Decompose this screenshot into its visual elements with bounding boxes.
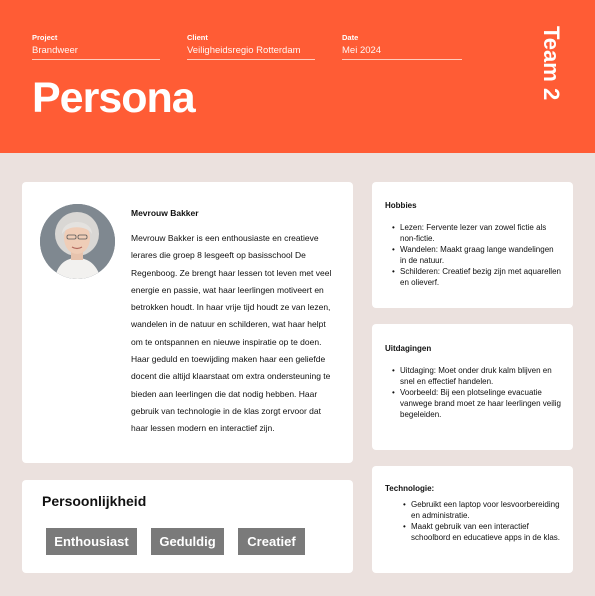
date-meta: Date Mei 2024 [342, 33, 462, 60]
persona-bio: Mevrouw Bakker is een enthousiaste en cr… [131, 233, 332, 434]
project-label: Project [32, 33, 58, 42]
project-value: Brandweer [32, 45, 160, 60]
page-title: Persona [32, 74, 196, 122]
list-item: Wandelen: Maakt graag lange wandelingen … [392, 244, 562, 266]
list-item: Voorbeeld: Bij een plotselinge evacuatie… [392, 387, 562, 420]
avatar-portrait [40, 204, 115, 279]
header-banner: Project Brandweer Client Veiligheidsregi… [0, 0, 595, 153]
challenges-card: Uitdagingen Uitdaging: Moet onder druk k… [372, 324, 573, 450]
project-meta: Project Brandweer [32, 33, 160, 60]
technology-card: Technologie: Gebruikt een laptop voor le… [372, 466, 573, 573]
persona-card: Mevrouw Bakker Mevrouw Bakker is een ent… [22, 182, 353, 463]
technology-list: Gebruikt een laptop voor lesvoorbereidin… [403, 499, 563, 543]
personality-tag: Geduldig [151, 528, 224, 555]
challenges-list: Uitdaging: Moet onder druk kalm blijven … [392, 365, 562, 420]
date-label: Date [342, 33, 359, 42]
hobbies-list: Lezen: Fervente lezer van zowel fictie a… [392, 222, 562, 288]
client-value: Veiligheidsregio Rotterdam [187, 45, 315, 60]
list-item: Uitdaging: Moet onder druk kalm blijven … [392, 365, 562, 387]
personality-tag: Creatief [238, 528, 305, 555]
avatar [40, 204, 115, 279]
personality-tag: Enthousiast [46, 528, 137, 555]
client-meta: Client Veiligheidsregio Rotterdam [187, 33, 315, 60]
list-item: Lezen: Fervente lezer van zowel fictie a… [392, 222, 562, 244]
technology-heading: Technologie: [385, 484, 435, 493]
personality-heading: Persoonlijkheid [42, 493, 147, 509]
team-label: Team 2 [528, 26, 578, 116]
hobbies-heading: Hobbies [385, 201, 417, 210]
list-item: Gebruikt een laptop voor lesvoorbereidin… [403, 499, 563, 521]
date-value: Mei 2024 [342, 45, 462, 60]
persona-name: Mevrouw Bakker [131, 208, 199, 218]
list-item: Maakt gebruik van een interactief school… [403, 521, 563, 543]
list-item: Schilderen: Creatief bezig zijn met aqua… [392, 266, 562, 288]
hobbies-card: Hobbies Lezen: Fervente lezer van zowel … [372, 182, 573, 308]
client-label: Client [187, 33, 208, 42]
team-text: Team 2 [539, 26, 564, 101]
challenges-heading: Uitdagingen [385, 344, 432, 353]
personality-card: Persoonlijkheid Enthousiast Geduldig Cre… [22, 480, 353, 573]
